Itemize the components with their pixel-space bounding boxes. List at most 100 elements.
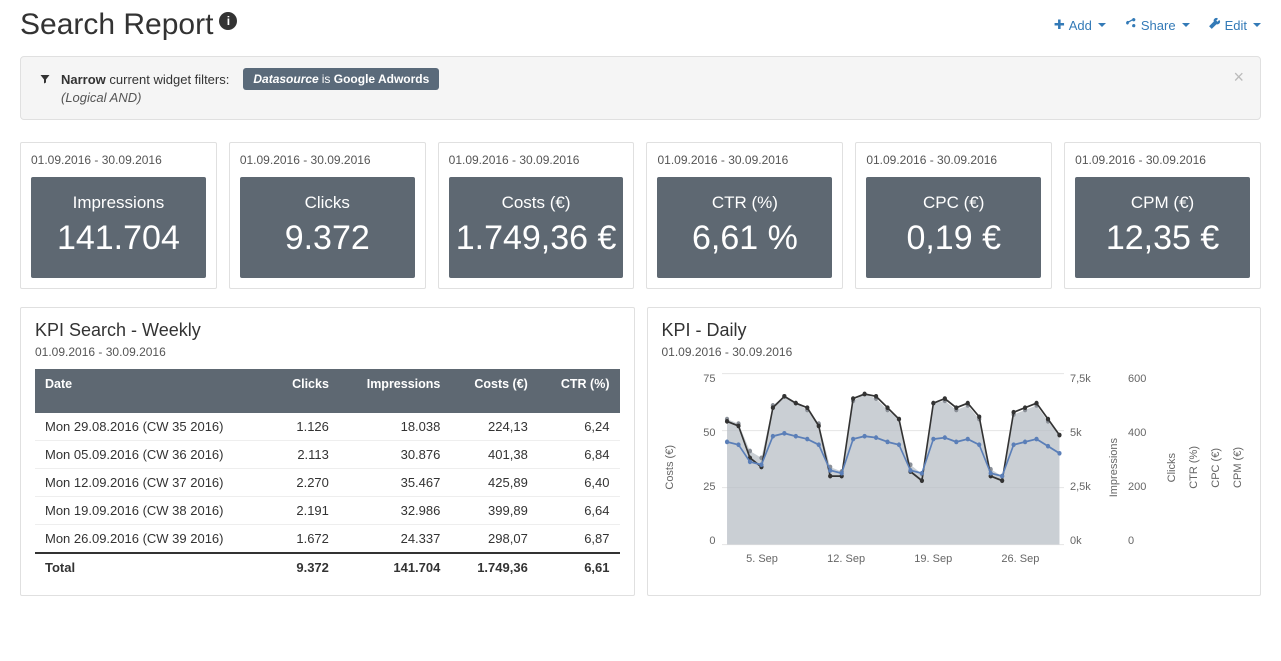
daily-panel: KPI - Daily 01.09.2016 - 30.09.2016 Cost…: [647, 307, 1262, 596]
table-cell: 6,84: [538, 441, 620, 469]
table-cell: 6,87: [538, 525, 620, 554]
x-axis-labels: 5. Sep 12. Sep 19. Sep 26. Sep: [722, 553, 1065, 565]
kpi-tile-date: 01.09.2016 - 30.09.2016: [1075, 153, 1250, 167]
filter-text: Narrow current widget filters: (Logical …: [61, 71, 229, 107]
weekly-title: KPI Search - Weekly: [35, 320, 620, 341]
filter-desc: current widget filters:: [109, 72, 229, 87]
kpi-tile-label: CPM (€): [1079, 193, 1246, 213]
filter-tag-mid: is: [322, 72, 331, 86]
weekly-col-header[interactable]: Clicks: [271, 369, 339, 413]
axis-ticks-left: 7550250: [684, 369, 716, 565]
table-row[interactable]: Mon 12.09.2016 (CW 37 2016)2.27035.46742…: [35, 469, 620, 497]
axis-tick: 200: [1128, 481, 1146, 493]
daily-title: KPI - Daily: [662, 320, 1247, 341]
axis-title-left: Costs (€): [662, 445, 678, 490]
x-tick: 19. Sep: [914, 553, 952, 565]
axis-tick: 0k: [1070, 535, 1082, 547]
kpi-tile-row: 01.09.2016 - 30.09.2016 Impressions 141.…: [20, 142, 1261, 289]
kpi-tile-label: Clicks: [244, 193, 411, 213]
kpi-tile-label: CTR (%): [661, 193, 828, 213]
kpi-tile[interactable]: 01.09.2016 - 30.09.2016 Costs (€) 1.749,…: [438, 142, 635, 289]
edit-button[interactable]: Edit: [1208, 17, 1261, 33]
chart-area[interactable]: 5. Sep 12. Sep 19. Sep 26. Sep: [722, 369, 1065, 565]
kpi-tile-value: 9.372: [244, 219, 411, 258]
table-cell: 6,61: [538, 553, 620, 581]
kpi-tile-box: Impressions 141.704: [31, 177, 206, 278]
page-title: Search Report i: [20, 8, 237, 42]
info-icon[interactable]: i: [219, 12, 237, 30]
filter-tag-prefix: Datasource: [253, 72, 318, 86]
add-label: Add: [1069, 18, 1092, 33]
axis-title-right2: Clicks: [1164, 453, 1180, 482]
kpi-tile-label: Impressions: [35, 193, 202, 213]
header-actions: ✚ Add Share Edit: [1054, 17, 1261, 33]
close-icon[interactable]: ×: [1233, 67, 1244, 88]
kpi-tile-date: 01.09.2016 - 30.09.2016: [31, 153, 206, 167]
kpi-tile[interactable]: 01.09.2016 - 30.09.2016 CTR (%) 6,61 %: [646, 142, 843, 289]
x-tick: 5. Sep: [746, 553, 778, 565]
table-cell: Mon 29.08.2016 (CW 35 2016): [35, 413, 271, 441]
axis-tick: 600: [1128, 373, 1146, 385]
kpi-tile-label: CPC (€): [870, 193, 1037, 213]
kpi-tile-box: CPC (€) 0,19 €: [866, 177, 1041, 278]
weekly-col-header[interactable]: CTR (%): [538, 369, 620, 413]
table-cell: 298,07: [450, 525, 537, 554]
table-row[interactable]: Mon 26.09.2016 (CW 39 2016)1.67224.33729…: [35, 525, 620, 554]
page-title-text: Search Report: [20, 8, 213, 42]
table-cell: 32.986: [339, 497, 450, 525]
x-tick: 26. Sep: [1001, 553, 1039, 565]
table-cell: 224,13: [450, 413, 537, 441]
axis-tick: 0: [709, 535, 715, 547]
weekly-date-range: 01.09.2016 - 30.09.2016: [35, 345, 620, 359]
kpi-tile[interactable]: 01.09.2016 - 30.09.2016 CPC (€) 0,19 €: [855, 142, 1052, 289]
kpi-tile[interactable]: 01.09.2016 - 30.09.2016 Impressions 141.…: [20, 142, 217, 289]
table-cell: 6,64: [538, 497, 620, 525]
table-cell: 1.672: [271, 525, 339, 554]
kpi-tile[interactable]: 01.09.2016 - 30.09.2016 Clicks 9.372: [229, 142, 426, 289]
add-button[interactable]: ✚ Add: [1054, 17, 1106, 33]
axis-title-right5: CPM (€): [1230, 447, 1246, 488]
filter-tag[interactable]: Datasource is Google Adwords: [243, 68, 439, 90]
table-cell: Mon 26.09.2016 (CW 39 2016): [35, 525, 271, 554]
table-row[interactable]: Mon 29.08.2016 (CW 35 2016)1.12618.03822…: [35, 413, 620, 441]
table-row[interactable]: Mon 05.09.2016 (CW 36 2016)2.11330.87640…: [35, 441, 620, 469]
weekly-col-header[interactable]: Costs (€): [450, 369, 537, 413]
filter-bar: Narrow current widget filters: (Logical …: [20, 56, 1261, 120]
weekly-table-body: Mon 29.08.2016 (CW 35 2016)1.12618.03822…: [35, 413, 620, 581]
panel-row: KPI Search - Weekly 01.09.2016 - 30.09.2…: [20, 307, 1261, 596]
kpi-tile-date: 01.09.2016 - 30.09.2016: [449, 153, 624, 167]
table-cell: 6,24: [538, 413, 620, 441]
table-cell: Mon 12.09.2016 (CW 37 2016): [35, 469, 271, 497]
kpi-tile-value: 141.704: [35, 219, 202, 258]
filter-icon: [39, 73, 51, 85]
table-cell: 24.337: [339, 525, 450, 554]
weekly-table-head: DateClicksImpressionsCosts (€)CTR (%): [35, 369, 620, 413]
table-cell: 35.467: [339, 469, 450, 497]
kpi-tile-date: 01.09.2016 - 30.09.2016: [657, 153, 832, 167]
axis-ticks-right1: 7,5k5k2,5k0k: [1070, 369, 1100, 565]
caret-down-icon: [1182, 23, 1190, 27]
weekly-col-header[interactable]: Date: [35, 369, 271, 413]
weekly-col-header[interactable]: Impressions: [339, 369, 450, 413]
kpi-tile-date: 01.09.2016 - 30.09.2016: [866, 153, 1041, 167]
kpi-tile-label: Costs (€): [453, 193, 620, 213]
table-cell: 18.038: [339, 413, 450, 441]
axis-tick: 0: [1128, 535, 1134, 547]
caret-down-icon: [1253, 23, 1261, 27]
table-cell: 141.704: [339, 553, 450, 581]
table-cell: 2.113: [271, 441, 339, 469]
table-row[interactable]: Mon 19.09.2016 (CW 38 2016)2.19132.98639…: [35, 497, 620, 525]
x-tick: 12. Sep: [827, 553, 865, 565]
axis-tick: 7,5k: [1070, 373, 1091, 385]
axis-ticks-right2: 600 400 200 0: [1128, 369, 1158, 565]
table-cell: 401,38: [450, 441, 537, 469]
share-button[interactable]: Share: [1124, 17, 1190, 33]
kpi-tile[interactable]: 01.09.2016 - 30.09.2016 CPM (€) 12,35 €: [1064, 142, 1261, 289]
table-cell: Total: [35, 553, 271, 581]
filter-logic: (Logical AND): [61, 90, 141, 105]
axis-tick: 50: [703, 427, 715, 439]
table-cell: 9.372: [271, 553, 339, 581]
page-header: Search Report i ✚ Add Share Edit: [20, 8, 1261, 42]
axis-tick: 400: [1128, 427, 1146, 439]
daily-chart-svg: [722, 369, 1065, 549]
